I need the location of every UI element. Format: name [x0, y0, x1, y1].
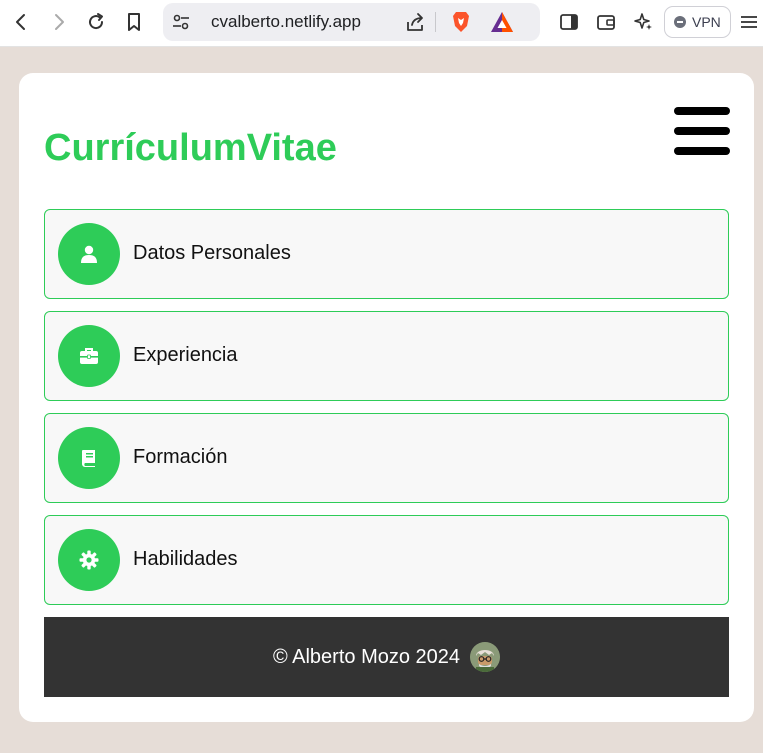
browser-menu-icon[interactable]	[737, 8, 761, 36]
sidebar-icon[interactable]	[555, 8, 583, 36]
user-icon	[58, 223, 120, 285]
section-formacion[interactable]: Formación	[44, 413, 729, 503]
avatar	[470, 642, 501, 672]
browser-toolbar: cvalberto.netlify.app VPN	[0, 0, 763, 47]
hamburger-icon[interactable]	[674, 107, 730, 157]
bookmark-icon[interactable]	[120, 8, 148, 36]
gear-icon	[58, 529, 120, 591]
back-arrow-icon[interactable]	[7, 8, 35, 36]
page-card: CurrículumVitae Datos Personales Experie…	[19, 73, 754, 722]
vpn-status-icon	[674, 16, 686, 28]
brave-rewards-icon[interactable]	[490, 11, 514, 33]
url-separator	[435, 12, 436, 32]
book-icon	[58, 427, 120, 489]
section-experiencia[interactable]: Experiencia	[44, 311, 729, 401]
leo-ai-icon[interactable]	[630, 8, 658, 36]
section-label: Experiencia	[133, 344, 238, 366]
page-title: CurrículumVitae	[44, 127, 337, 169]
section-label: Formación	[133, 446, 228, 468]
briefcase-icon	[58, 325, 120, 387]
section-datos-personales[interactable]: Datos Personales	[44, 209, 729, 299]
page-footer: © Alberto Mozo 2024	[44, 617, 729, 697]
wallet-icon[interactable]	[592, 8, 620, 36]
address-bar[interactable]: cvalberto.netlify.app	[163, 3, 540, 41]
tune-icon[interactable]	[171, 12, 191, 32]
forward-arrow-icon[interactable]	[45, 8, 73, 36]
reload-icon[interactable]	[82, 8, 110, 36]
section-habilidades[interactable]: Habilidades	[44, 515, 729, 605]
brave-shield-icon[interactable]	[449, 10, 473, 34]
vpn-button[interactable]: VPN	[664, 6, 731, 38]
share-icon[interactable]	[404, 12, 426, 34]
section-label: Habilidades	[133, 548, 238, 570]
section-label: Datos Personales	[133, 242, 291, 264]
url-text[interactable]: cvalberto.netlify.app	[211, 12, 361, 32]
copyright-text: © Alberto Mozo 2024	[272, 645, 461, 668]
vpn-label: VPN	[692, 14, 721, 30]
